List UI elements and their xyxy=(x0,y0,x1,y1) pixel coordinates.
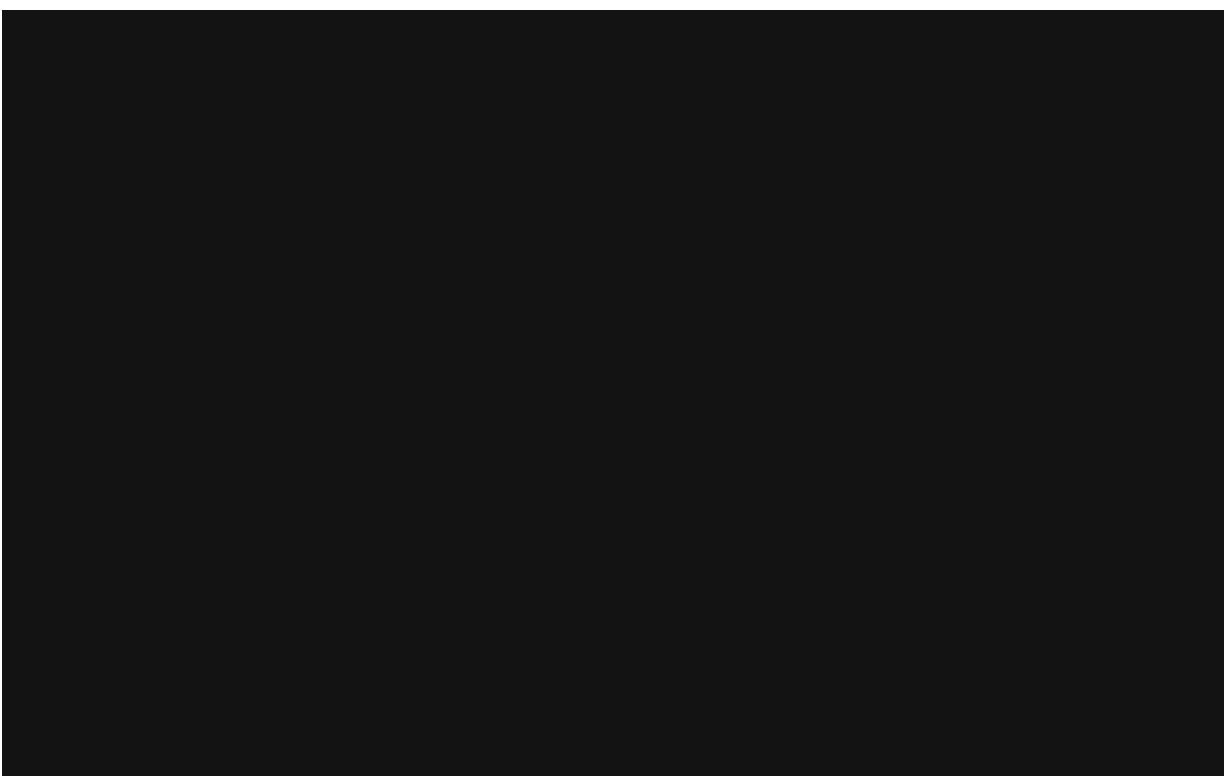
grafana-dashboard xyxy=(2,10,1224,776)
dashboard-page xyxy=(0,0,1224,784)
